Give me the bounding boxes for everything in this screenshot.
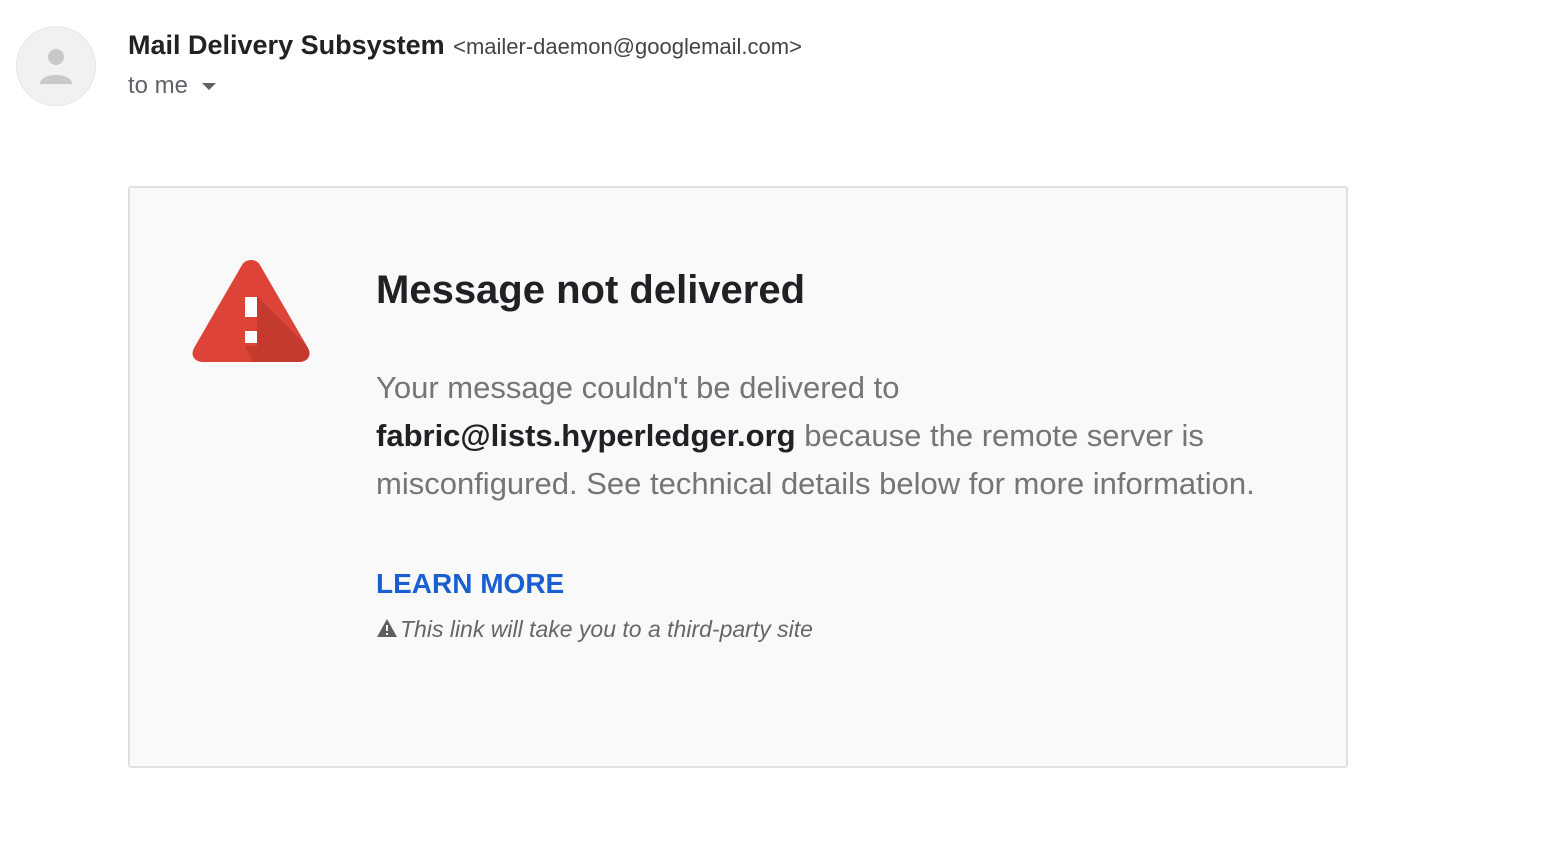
caret-down-icon[interactable]	[202, 82, 217, 90]
sender-name[interactable]: Mail Delivery Subsystem	[128, 30, 445, 60]
message-content: Message not delivered Your message could…	[376, 266, 1256, 643]
email-message-view: Mail Delivery Subsystem <mailer-daemon@g…	[0, 0, 1560, 846]
third-party-note-text: This link will take you to a third-party…	[400, 616, 813, 642]
message-body: Your message couldn't be delivered to fa…	[376, 364, 1256, 508]
delivery-failure-card: Message not delivered Your message could…	[128, 186, 1348, 768]
small-warning-icon	[377, 619, 397, 637]
recipient-details-toggle[interactable]: to me	[128, 72, 217, 100]
sender-avatar[interactable]	[16, 26, 96, 106]
sender-email: <mailer-daemon@googlemail.com>	[453, 34, 802, 59]
message-title: Message not delivered	[376, 268, 806, 312]
person-icon	[40, 49, 72, 84]
body-prefix: Your message couldn't be delivered to	[376, 370, 900, 405]
sender-line: Mail Delivery Subsystem <mailer-daemon@g…	[128, 30, 802, 61]
warning-icon	[190, 256, 312, 369]
recipient-address: fabric@lists.hyperledger.org	[376, 418, 796, 453]
recipient-label: to me	[128, 72, 189, 99]
third-party-note: This link will take you to a third-party…	[376, 616, 1256, 643]
learn-more-link[interactable]: LEARN MORE	[376, 568, 564, 600]
